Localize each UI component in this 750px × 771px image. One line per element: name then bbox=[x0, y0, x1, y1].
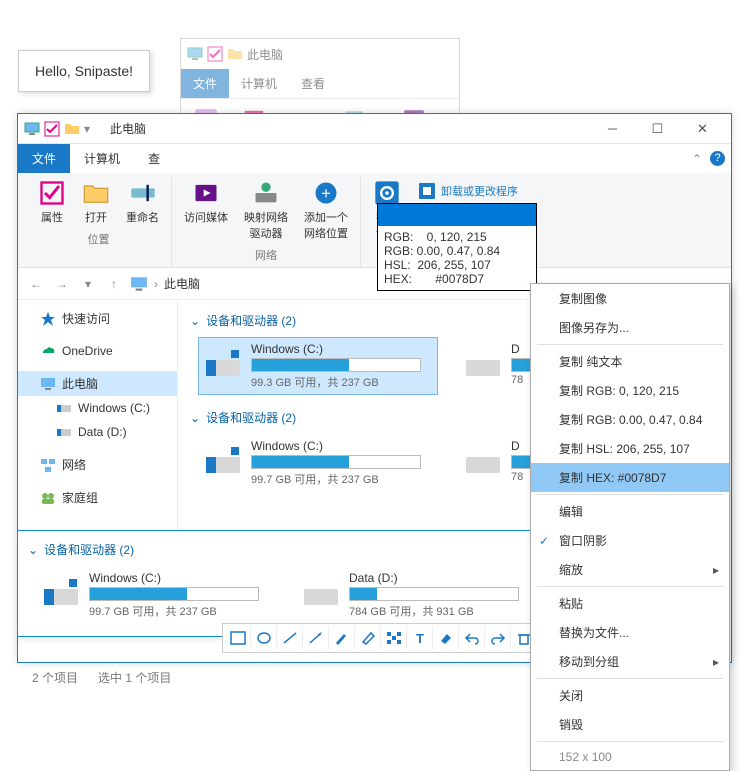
tool-text[interactable]: T bbox=[407, 626, 433, 650]
color-hex: HEX: #0078D7 bbox=[384, 272, 530, 286]
ctx-shadow[interactable]: ✓窗口阴影 bbox=[531, 526, 729, 555]
window-title: 此电脑 bbox=[110, 120, 146, 137]
ribbon: 属性 打开 重命名 位置 访问媒体 映射网络 驱动器 +添加一个 网络位置 网络… bbox=[18, 173, 731, 268]
tool-marker[interactable] bbox=[355, 626, 381, 650]
drive-c[interactable]: Windows (C:) 99.7 GB 可用，共 237 GB bbox=[198, 434, 438, 492]
tool-redo[interactable] bbox=[485, 626, 511, 650]
drive-d[interactable]: Data (D:)784 GB 可用，共 931 GB bbox=[296, 566, 536, 624]
svg-text:+: + bbox=[321, 185, 331, 203]
ctx-destroy[interactable]: 销毁 bbox=[531, 710, 729, 739]
nav-forward[interactable]: → bbox=[52, 274, 72, 294]
drive-sub: 99.3 GB 可用，共 237 GB bbox=[251, 374, 433, 390]
sidebar-quick[interactable]: 快速访问 bbox=[18, 306, 177, 331]
ribbon-properties[interactable]: 属性 bbox=[34, 177, 70, 227]
tool-eraser[interactable] bbox=[433, 626, 459, 650]
nav-back[interactable]: ← bbox=[26, 274, 46, 294]
detached-drives-snippet[interactable]: ⌄设备和驱动器 (2) Windows (C:)99.7 GB 可用，共 237… bbox=[17, 530, 562, 637]
ribbon-rename[interactable]: 重命名 bbox=[122, 177, 163, 227]
sidebar-network[interactable]: 网络 bbox=[18, 452, 177, 477]
checkbox-qat-icon[interactable] bbox=[44, 121, 60, 137]
status-selected: 选中 1 个项目 bbox=[98, 669, 171, 686]
ctx-edit[interactable]: 编辑 bbox=[531, 497, 729, 526]
ctx-copy-rgb[interactable]: 复制 RGB: 0, 120, 215 bbox=[531, 376, 729, 405]
maximize-button[interactable]: ☐ bbox=[635, 115, 680, 143]
qat-dropdown[interactable]: ▾ bbox=[84, 122, 90, 136]
sidebar-onedrive[interactable]: OneDrive bbox=[18, 339, 177, 363]
tool-arrow[interactable] bbox=[303, 626, 329, 650]
hello-note: Hello, Snipaste! bbox=[18, 50, 150, 92]
status-items: 2 个项目 bbox=[32, 669, 78, 686]
titlebar[interactable]: ▾ 此电脑 ─ ☐ ✕ bbox=[18, 114, 731, 144]
ghost-tab-view[interactable]: 查看 bbox=[289, 69, 337, 98]
ribbon-group-label: 网络 bbox=[255, 245, 277, 267]
ctx-copy-rgbf[interactable]: 复制 RGB: 0.00, 0.47, 0.84 bbox=[531, 405, 729, 434]
tool-ellipse[interactable] bbox=[251, 626, 277, 650]
help-icon[interactable]: ? bbox=[710, 151, 725, 166]
ribbon-media[interactable]: 访问媒体 bbox=[180, 177, 232, 243]
ghost-tab-computer[interactable]: 计算机 bbox=[229, 69, 289, 98]
drive-name: Windows (C:) bbox=[251, 342, 433, 356]
ctx-close[interactable]: 关闭 bbox=[531, 681, 729, 710]
annotation-toolbar: T bbox=[222, 623, 540, 653]
context-menu: 复制图像 图像另存为... 复制 纯文本 复制 RGB: 0, 120, 215… bbox=[530, 283, 730, 771]
sidebar-homegroup[interactable]: 家庭组 bbox=[18, 485, 177, 510]
tool-line[interactable] bbox=[277, 626, 303, 650]
drive-c[interactable]: Windows (C:)99.7 GB 可用，共 237 GB bbox=[36, 566, 276, 624]
folder-qat-icon[interactable] bbox=[64, 121, 80, 137]
ctx-dimensions: 152 x 100 bbox=[531, 744, 729, 770]
sidebar-drive-d[interactable]: Data (D:) bbox=[18, 420, 177, 444]
nav-up[interactable]: ↑ bbox=[104, 274, 124, 294]
color-rgb: RGB: 0, 120, 215 bbox=[384, 230, 530, 244]
ctx-save-image[interactable]: 图像另存为... bbox=[531, 313, 729, 342]
tool-rect[interactable] bbox=[225, 626, 251, 650]
ctx-zoom[interactable]: 缩放▸ bbox=[531, 555, 729, 584]
ctx-copy-text[interactable]: 复制 纯文本 bbox=[531, 347, 729, 376]
ribbon-open[interactable]: 打开 bbox=[78, 177, 114, 227]
drive-usage-bar bbox=[251, 358, 421, 372]
ribbon-uninstall[interactable]: 卸载或更改程序 bbox=[413, 179, 522, 203]
drive-icon bbox=[463, 342, 503, 382]
expand-ribbon-icon[interactable]: ⌃ bbox=[692, 152, 702, 166]
ctx-paste[interactable]: 粘贴 bbox=[531, 589, 729, 618]
ghost-title-text: 此电脑 bbox=[247, 46, 283, 63]
drive-icon bbox=[203, 439, 243, 479]
sidebar-drive-c[interactable]: Windows (C:) bbox=[18, 396, 177, 420]
ghost-tab-file[interactable]: 文件 bbox=[181, 69, 229, 98]
tool-pencil[interactable] bbox=[329, 626, 355, 650]
monitor-icon bbox=[187, 46, 203, 62]
ctx-copy-hsl[interactable]: 复制 HSL: 206, 255, 107 bbox=[531, 434, 729, 463]
pc-icon bbox=[130, 275, 148, 293]
group-header[interactable]: ⌄设备和驱动器 (2) bbox=[24, 535, 555, 564]
ribbon-add-net[interactable]: +添加一个 网络位置 bbox=[300, 177, 352, 243]
folder-icon bbox=[227, 46, 243, 62]
ribbon-group-label: 位置 bbox=[88, 229, 110, 251]
ribbon-map-drive[interactable]: 映射网络 驱动器 bbox=[240, 177, 292, 243]
drive-icon bbox=[203, 342, 243, 382]
sidebar-thispc[interactable]: 此电脑 bbox=[18, 371, 177, 396]
monitor-icon bbox=[24, 121, 40, 137]
address-text[interactable]: 此电脑 bbox=[164, 275, 200, 292]
svg-text:T: T bbox=[416, 631, 424, 645]
color-rgbf: RGB: 0.00, 0.47, 0.84 bbox=[384, 244, 530, 258]
close-button[interactable]: ✕ bbox=[680, 115, 725, 143]
color-hsl: HSL: 206, 255, 107 bbox=[384, 258, 530, 272]
checkbox-icon bbox=[207, 46, 223, 62]
ctx-copy-image[interactable]: 复制图像 bbox=[531, 284, 729, 313]
ctx-move-group[interactable]: 移动到分组▸ bbox=[531, 647, 729, 676]
minimize-button[interactable]: ─ bbox=[590, 115, 635, 143]
tool-mosaic[interactable] bbox=[381, 626, 407, 650]
color-swatch bbox=[378, 204, 536, 226]
color-picker-overlay: RGB: 0, 120, 215 RGB: 0.00, 0.47, 0.84 H… bbox=[377, 203, 537, 291]
drive-c[interactable]: Windows (C:) 99.3 GB 可用，共 237 GB bbox=[198, 337, 438, 395]
tool-undo[interactable] bbox=[459, 626, 485, 650]
ctx-replace[interactable]: 替换为文件... bbox=[531, 618, 729, 647]
ctx-copy-hex[interactable]: 复制 HEX: #0078D7 bbox=[531, 463, 729, 492]
nav-recent[interactable]: ▾ bbox=[78, 274, 98, 294]
tab-computer[interactable]: 计算机 bbox=[70, 144, 134, 173]
tab-file[interactable]: 文件 bbox=[18, 144, 70, 173]
ribbon-tabs: 文件 计算机 查 ⌃ ? bbox=[18, 144, 731, 173]
tab-view[interactable]: 查 bbox=[134, 144, 174, 173]
